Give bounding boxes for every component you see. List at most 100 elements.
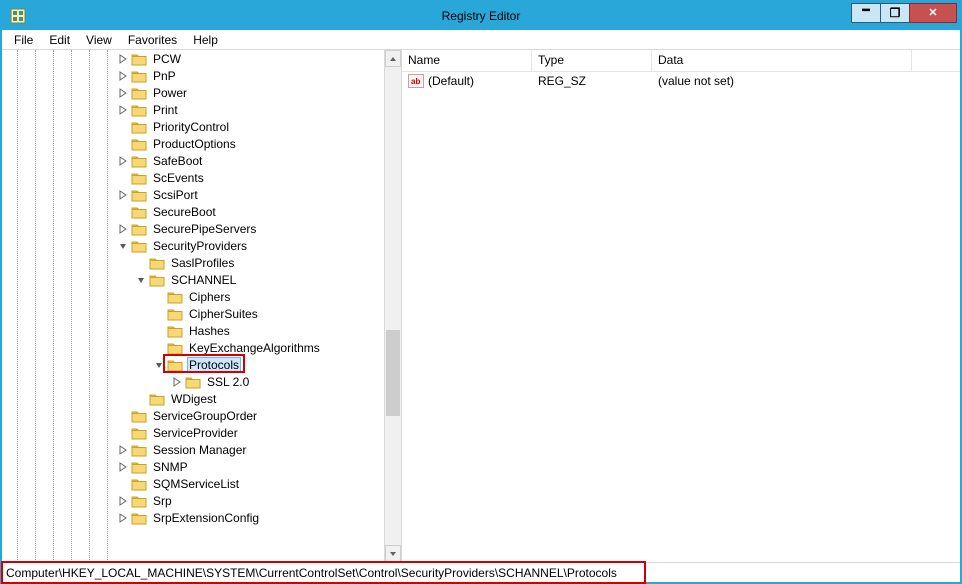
expander-icon xyxy=(135,393,147,405)
tree-item-power[interactable]: Power xyxy=(2,84,384,101)
tree-item-saslprofiles[interactable]: SaslProfiles xyxy=(2,254,384,271)
tree-label: PCW xyxy=(151,52,183,66)
menu-help[interactable]: Help xyxy=(185,31,226,49)
tree-item-securepipeservers[interactable]: SecurePipeServers xyxy=(2,220,384,237)
expander-icon[interactable] xyxy=(117,104,129,116)
titlebar[interactable]: Registry Editor ━ ❐ ✕ xyxy=(2,2,960,30)
tree-label: SSL 2.0 xyxy=(205,375,251,389)
scroll-thumb[interactable] xyxy=(386,330,400,416)
expander-icon[interactable] xyxy=(117,189,129,201)
folder-icon xyxy=(131,426,147,440)
menu-view[interactable]: View xyxy=(78,31,120,49)
tree-label: PriorityControl xyxy=(151,120,231,134)
tree-item-wdigest[interactable]: WDigest xyxy=(2,390,384,407)
tree-item-srpextensionconfig[interactable]: SrpExtensionConfig xyxy=(2,509,384,526)
folder-icon xyxy=(131,188,147,202)
tree-item-print[interactable]: Print xyxy=(2,101,384,118)
expander-icon[interactable] xyxy=(117,495,129,507)
maximize-button[interactable]: ❐ xyxy=(880,3,910,23)
tree-item-session-manager[interactable]: Session Manager xyxy=(2,441,384,458)
folder-icon xyxy=(131,239,147,253)
folder-icon xyxy=(131,222,147,236)
scroll-track[interactable] xyxy=(385,67,401,545)
window-title: Registry Editor xyxy=(2,9,960,23)
tree-item-ciphers[interactable]: Ciphers xyxy=(2,288,384,305)
folder-icon xyxy=(167,341,183,355)
expander-icon xyxy=(153,342,165,354)
tree-item-secureboot[interactable]: SecureBoot xyxy=(2,203,384,220)
tree-item-prioritycontrol[interactable]: PriorityControl xyxy=(2,118,384,135)
values-body[interactable]: (Default)REG_SZ(value not set) xyxy=(402,72,960,562)
tree-label: Power xyxy=(151,86,189,100)
expander-icon[interactable] xyxy=(117,461,129,473)
expander-icon[interactable] xyxy=(117,87,129,99)
tree-label: Protocols xyxy=(187,357,241,373)
col-header-name[interactable]: Name xyxy=(402,50,532,71)
folder-icon xyxy=(131,477,147,491)
expander-icon[interactable] xyxy=(171,376,183,388)
scroll-up-button[interactable] xyxy=(385,50,401,67)
expander-icon xyxy=(153,325,165,337)
folder-icon xyxy=(131,494,147,508)
tree-item-srp[interactable]: Srp xyxy=(2,492,384,509)
tree-label: Ciphers xyxy=(187,290,232,304)
menu-file[interactable]: File xyxy=(6,31,41,49)
tree-viewport[interactable]: PCW PnP PowerPrint PriorityControlProductOp… xyxy=(2,50,384,562)
folder-icon xyxy=(131,69,147,83)
tree-item-ciphersuites[interactable]: CipherSuites xyxy=(2,305,384,322)
expander-icon xyxy=(117,206,129,218)
expander-icon xyxy=(153,291,165,303)
string-value-icon xyxy=(408,74,424,88)
menu-edit[interactable]: Edit xyxy=(41,31,78,49)
tree-item-pcw[interactable]: PCW xyxy=(2,50,384,67)
col-header-type[interactable]: Type xyxy=(532,50,652,71)
tree-item-hashes[interactable]: Hashes xyxy=(2,322,384,339)
expander-icon[interactable] xyxy=(117,53,129,65)
expander-icon[interactable] xyxy=(117,223,129,235)
menu-favorites[interactable]: Favorites xyxy=(120,31,185,49)
tree-label: ServiceGroupOrder xyxy=(151,409,259,423)
expander-icon xyxy=(117,138,129,150)
expander-icon[interactable] xyxy=(117,155,129,167)
tree-item-ssl-2-0[interactable]: SSL 2.0 xyxy=(2,373,384,390)
folder-icon xyxy=(131,511,147,525)
folder-icon xyxy=(131,103,147,117)
expander-icon[interactable] xyxy=(117,70,129,82)
tree-item-keyexchangealgorithms[interactable]: KeyExchangeAlgorithms xyxy=(2,339,384,356)
expander-icon[interactable] xyxy=(117,444,129,456)
folder-icon xyxy=(149,256,165,270)
col-header-data[interactable]: Data xyxy=(652,50,912,71)
value-name: (Default) xyxy=(428,74,474,88)
tree-item-pnp[interactable]: PnP xyxy=(2,67,384,84)
expander-icon[interactable] xyxy=(135,274,147,286)
tree-item-snmp[interactable]: SNMP xyxy=(2,458,384,475)
tree-item-productoptions[interactable]: ProductOptions xyxy=(2,135,384,152)
folder-icon xyxy=(149,392,165,406)
expander-icon[interactable] xyxy=(117,240,129,252)
tree-label: CipherSuites xyxy=(187,307,260,321)
tree-scrollbar[interactable] xyxy=(384,50,401,562)
tree-item-securityproviders[interactable]: SecurityProviders xyxy=(2,237,384,254)
expander-icon[interactable] xyxy=(117,512,129,524)
folder-icon xyxy=(131,52,147,66)
folder-icon xyxy=(131,205,147,219)
tree-label: PnP xyxy=(151,69,178,83)
tree-item-schannel[interactable]: SCHANNEL xyxy=(2,271,384,288)
folder-icon xyxy=(131,443,147,457)
expander-icon xyxy=(117,478,129,490)
close-button[interactable]: ✕ xyxy=(909,3,957,23)
tree-item-safeboot[interactable]: SafeBoot xyxy=(2,152,384,169)
tree-item-protocols[interactable]: Protocols xyxy=(2,356,384,373)
tree-label: ScEvents xyxy=(151,171,206,185)
tree-item-serviceprovider[interactable]: ServiceProvider xyxy=(2,424,384,441)
value-row[interactable]: (Default)REG_SZ(value not set) xyxy=(402,72,960,89)
scroll-down-button[interactable] xyxy=(385,545,401,562)
tree-item-scevents[interactable]: ScEvents xyxy=(2,169,384,186)
tree-pane: PCW PnP PowerPrint PriorityControlProductOp… xyxy=(2,50,402,562)
tree-item-servicegrouporder[interactable]: ServiceGroupOrder xyxy=(2,407,384,424)
minimize-button[interactable]: ━ xyxy=(851,3,881,23)
expander-icon[interactable] xyxy=(153,359,165,371)
folder-icon xyxy=(131,120,147,134)
tree-item-sqmservicelist[interactable]: SQMServiceList xyxy=(2,475,384,492)
tree-item-scsiport[interactable]: ScsiPort xyxy=(2,186,384,203)
